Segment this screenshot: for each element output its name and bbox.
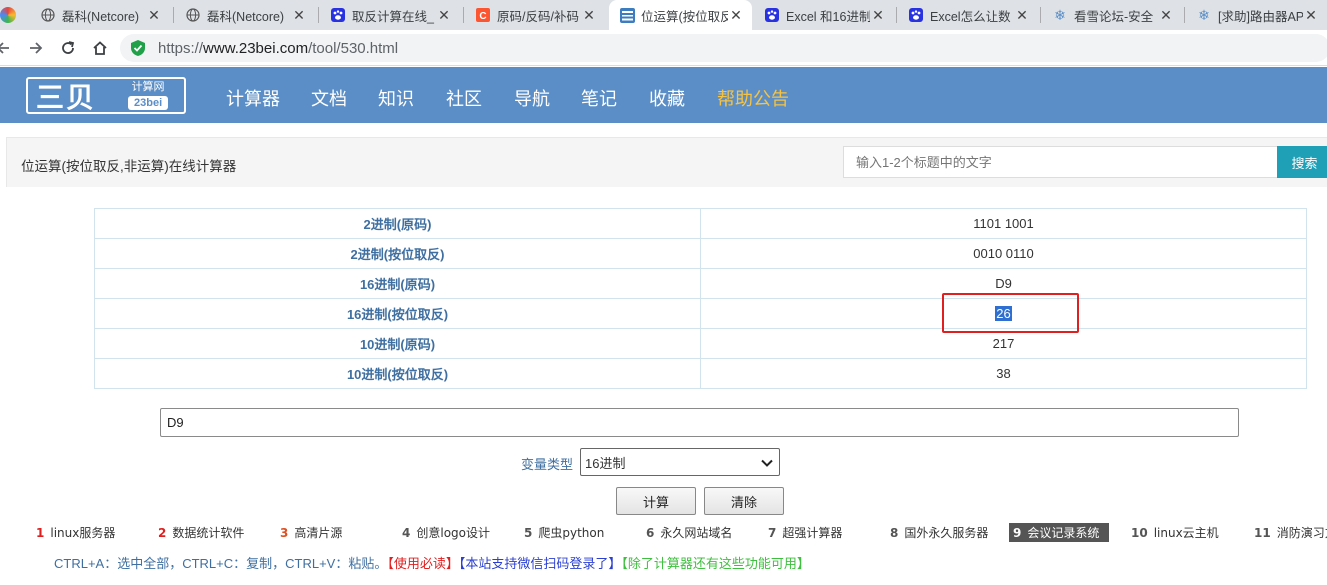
site-23bei-icon bbox=[619, 7, 635, 23]
ad-link-active[interactable]: 9 会议记录系统 bbox=[1009, 523, 1110, 542]
shortcut-text: CTRL+A：选中全部，CTRL+C：复制，CTRL+V：粘贴。 bbox=[54, 556, 388, 571]
more-features-link[interactable]: 【除了计算器还有这些功能可用】 bbox=[621, 556, 810, 571]
calculate-button[interactable]: 计算 bbox=[616, 487, 696, 515]
close-icon[interactable]: ✕ bbox=[581, 7, 597, 24]
table-row: 2进制(原码) 1101 1001 bbox=[94, 208, 1307, 239]
globe-icon bbox=[40, 7, 56, 23]
logo-sub-text: 计算网 bbox=[131, 81, 165, 93]
url-path: /tool/530.html bbox=[308, 39, 399, 57]
table-row: 16进制(按位取反) 26 bbox=[94, 298, 1307, 329]
table-row: 10进制(原码) 217 bbox=[94, 328, 1307, 359]
browser-tab-1[interactable]: 磊科(Netcore) ✕ bbox=[30, 0, 170, 30]
result-value: 0010 0110 bbox=[700, 238, 1307, 269]
result-value: 38 bbox=[700, 358, 1307, 389]
browser-tab-9[interactable]: ❄ [求助]路由器AP ✕ bbox=[1186, 0, 1327, 30]
baidu-paw-icon bbox=[908, 7, 924, 23]
number-input[interactable] bbox=[160, 408, 1239, 437]
close-icon[interactable]: ✕ bbox=[1158, 7, 1174, 24]
page-title: 位运算(按位取反,非运算)在线计算器 bbox=[21, 159, 237, 174]
table-row: 10进制(按位取反) 38 bbox=[94, 358, 1307, 389]
browser-toolbar: https://www.23bei.com/tool/530.html bbox=[0, 30, 1327, 66]
result-label: 10进制(原码) bbox=[94, 328, 701, 359]
result-table: 2进制(原码) 1101 1001 2进制(按位取反) 0010 0110 16… bbox=[94, 208, 1307, 389]
forward-icon[interactable] bbox=[25, 37, 47, 59]
browser-tab-3[interactable]: 取反计算在线_ ✕ bbox=[320, 0, 460, 30]
baidu-paw-icon bbox=[764, 7, 780, 23]
close-icon[interactable]: ✕ bbox=[436, 7, 452, 24]
snowflake-icon: ❄ bbox=[1198, 6, 1210, 23]
nav-docs[interactable]: 文档 bbox=[311, 85, 347, 111]
browser-tab-4[interactable]: C 原码/反码/补码 ✕ bbox=[465, 0, 605, 30]
table-row: 16进制(原码) D9 bbox=[94, 268, 1307, 299]
ad-link[interactable]: 4 创意logo设计 bbox=[402, 524, 490, 541]
ad-link[interactable]: 3 高清片源 bbox=[280, 524, 342, 541]
result-label: 16进制(原码) bbox=[94, 268, 701, 299]
ad-links-row: 1 linux服务器 2 数据统计软件 3 高清片源 4 创意logo设计 5 爬虫pyt… bbox=[0, 522, 1327, 542]
back-icon[interactable] bbox=[0, 37, 14, 59]
nav-community[interactable]: 社区 bbox=[446, 85, 482, 111]
result-label: 10进制(按位取反) bbox=[94, 358, 701, 389]
csdn-icon: C bbox=[475, 7, 491, 23]
browser-profile-icon[interactable] bbox=[0, 7, 16, 23]
close-icon[interactable]: ✕ bbox=[1303, 7, 1319, 24]
close-icon[interactable]: ✕ bbox=[728, 7, 744, 24]
logo-domain-text: 23bei bbox=[128, 96, 169, 110]
browser-tab-2[interactable]: 磊科(Netcore) ✕ bbox=[175, 0, 315, 30]
browser-tab-8[interactable]: ❄ 看雪论坛-安全 ✕ bbox=[1042, 0, 1182, 30]
result-label: 2进制(按位取反) bbox=[94, 238, 701, 269]
result-value: 1101 1001 bbox=[700, 208, 1307, 239]
url-scheme: https:// bbox=[158, 39, 204, 57]
browser-tab-strip: 磊科(Netcore) ✕ 磊科(Netcore) ✕ 取反计算在线_ ✕ C … bbox=[0, 0, 1327, 30]
browser-tab-6[interactable]: Excel 和16进制 ✕ bbox=[754, 0, 894, 30]
result-label: 16进制(按位取反) bbox=[94, 298, 701, 329]
home-icon[interactable] bbox=[89, 37, 111, 59]
nav-calculator[interactable]: 计算器 bbox=[226, 85, 280, 111]
ad-link[interactable]: 8 国外永久服务器 bbox=[890, 524, 988, 541]
nav-help[interactable]: 帮助公告 bbox=[717, 85, 789, 111]
browser-tab-5-active[interactable]: 位运算(按位取反 ✕ bbox=[609, 0, 752, 30]
ad-link[interactable]: 6 永久网站域名 bbox=[646, 524, 732, 541]
site-logo[interactable]: 三贝 计算网 23bei bbox=[26, 77, 186, 114]
nav-navigation[interactable]: 导航 bbox=[514, 85, 550, 111]
close-icon[interactable]: ✕ bbox=[1014, 7, 1030, 24]
site-search-button[interactable]: 搜索 bbox=[1277, 146, 1327, 178]
close-icon[interactable]: ✕ bbox=[870, 7, 886, 24]
result-value: 217 bbox=[700, 328, 1307, 359]
snowflake-icon: ❄ bbox=[1054, 6, 1066, 23]
ad-link[interactable]: 10 linux云主机 bbox=[1131, 524, 1219, 541]
address-bar[interactable]: https://www.23bei.com/tool/530.html bbox=[120, 34, 1327, 62]
site-search-input[interactable] bbox=[843, 146, 1278, 178]
svg-text:C: C bbox=[479, 11, 486, 22]
globe-icon bbox=[185, 7, 201, 23]
ad-link[interactable]: 11消防演习方 bbox=[1254, 524, 1327, 541]
annotation-highlight-box bbox=[942, 293, 1079, 333]
baidu-paw-icon bbox=[330, 7, 346, 23]
clear-button[interactable]: 清除 bbox=[704, 487, 784, 515]
usage-guide-link[interactable]: 【使用必读】 bbox=[387, 556, 459, 571]
nav-notes[interactable]: 笔记 bbox=[581, 85, 617, 111]
close-icon[interactable]: ✕ bbox=[146, 7, 162, 24]
nav-knowledge[interactable]: 知识 bbox=[378, 85, 414, 111]
secure-shield-icon bbox=[130, 39, 146, 57]
nav-favorites[interactable]: 收藏 bbox=[649, 85, 685, 111]
ad-link[interactable]: 2 数据统计软件 bbox=[158, 524, 244, 541]
var-type-label: 变量类型 bbox=[521, 457, 574, 472]
ad-link[interactable]: 7 超强计算器 bbox=[768, 524, 842, 541]
ad-link[interactable]: 1 linux服务器 bbox=[36, 524, 115, 541]
var-type-selected: 16进制 bbox=[585, 455, 626, 471]
site-header: 三贝 计算网 23bei 计算器 文档 知识 社区 导航 笔记 收藏 帮助公告 bbox=[0, 67, 1327, 123]
chevron-down-icon bbox=[761, 455, 773, 470]
browser-tab-7[interactable]: Excel怎么让数 ✕ bbox=[898, 0, 1038, 30]
table-row: 2进制(按位取反) 0010 0110 bbox=[94, 238, 1307, 269]
var-type-select[interactable]: 16进制 bbox=[580, 448, 780, 476]
wechat-login-link[interactable]: 【本站支持微信扫码登录了】 bbox=[459, 556, 622, 571]
logo-main-text: 三贝 bbox=[36, 80, 97, 114]
shortcut-hints: CTRL+A：选中全部，CTRL+C：复制，CTRL+V：粘贴。【使用必读】【本… bbox=[54, 553, 810, 572]
close-icon[interactable]: ✕ bbox=[291, 7, 307, 24]
result-label: 2进制(原码) bbox=[94, 208, 701, 239]
ad-link[interactable]: 5 爬虫python bbox=[524, 524, 604, 541]
reload-icon[interactable] bbox=[57, 37, 79, 59]
url-host: www.23bei.com bbox=[203, 39, 309, 57]
